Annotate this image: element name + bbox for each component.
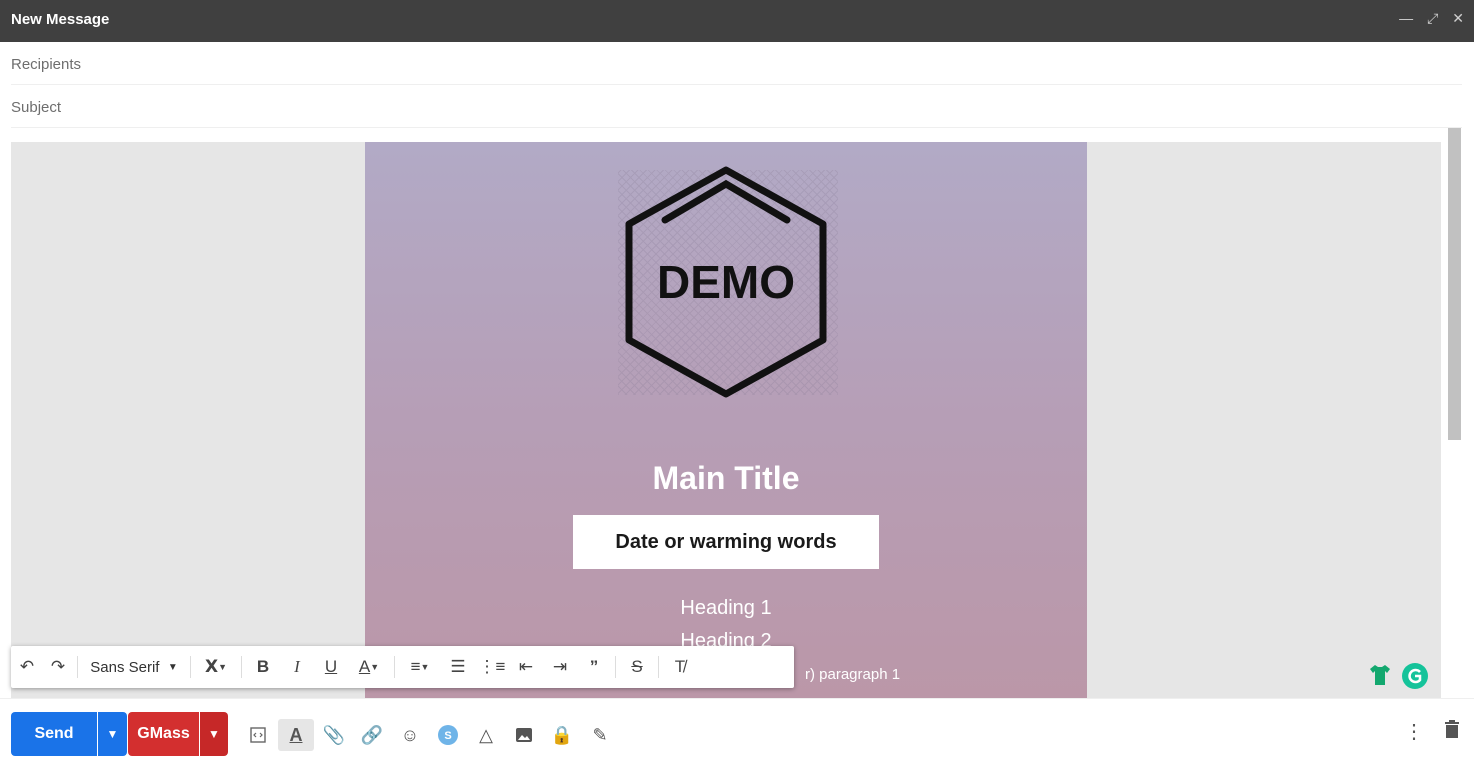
compose-actions: A 📎 🔗 ☺ S △ 🔒 ✎	[240, 719, 618, 751]
text-color-icon[interactable]: A ▼	[348, 646, 390, 688]
more-options-icon[interactable]: ⋮	[1404, 719, 1424, 744]
indent-less-icon[interactable]: ⇤	[509, 646, 543, 688]
indent-more-icon[interactable]: ⇥	[543, 646, 577, 688]
emoji-icon[interactable]: ☺	[392, 719, 428, 751]
formatting-options-icon[interactable]: A	[278, 719, 314, 751]
close-icon[interactable]: ✕	[1452, 10, 1464, 27]
formatting-toolbar: ↶ ↷ Sans Serif ▼ 𝗫 ▼ B I U A ▼ ≡ ▼ ☰ ⋮≡ ⇤ ⇥…	[11, 646, 794, 688]
strikethrough-icon[interactable]: S	[620, 646, 654, 688]
skype-icon[interactable]: S	[430, 719, 466, 751]
separator	[190, 656, 191, 678]
font-size-icon[interactable]: 𝗫 ▼	[195, 646, 237, 688]
main-title: Main Title	[652, 460, 800, 496]
chevron-down-icon: ▼	[167, 661, 178, 673]
signature-icon[interactable]: ✎	[582, 719, 618, 751]
fullscreen-icon[interactable]: ⤢	[1427, 10, 1438, 27]
heading-1: Heading 1	[680, 597, 772, 619]
bulleted-list-icon[interactable]: ⋮≡	[475, 646, 509, 688]
logo-text: DEMO	[657, 256, 795, 308]
compose-title: New Message	[11, 11, 110, 28]
demo-logo: DEMO	[625, 166, 827, 398]
html-code-icon[interactable]	[240, 719, 276, 751]
bottom-toolbar: Send ▼ GMass ▼ A 📎 🔗 ☺ S △ 🔒 ✎ ⋮	[0, 698, 1474, 757]
separator	[241, 656, 242, 678]
photo-icon[interactable]	[506, 719, 542, 751]
addon-icons	[1367, 662, 1429, 690]
send-options-icon[interactable]: ▼	[98, 712, 127, 756]
right-actions: ⋮	[1404, 719, 1460, 744]
underline-icon[interactable]: U	[314, 646, 348, 688]
quote-icon[interactable]: ”	[577, 646, 611, 688]
italic-icon[interactable]: I	[280, 646, 314, 688]
separator	[77, 656, 78, 678]
email-template: DEMO Main Title Date or warming words He…	[365, 142, 1087, 698]
separator	[394, 656, 395, 678]
scrollbar[interactable]	[1448, 128, 1461, 440]
svg-text:S: S	[444, 730, 451, 742]
align-icon[interactable]: ≡ ▼	[399, 646, 441, 688]
confidential-mode-icon[interactable]: 🔒	[544, 719, 580, 751]
gmass-button[interactable]: GMass	[128, 712, 199, 756]
remove-formatting-icon[interactable]: T̸	[663, 646, 697, 688]
window-controls: — ⤢ ✕	[1399, 10, 1464, 27]
gmass-options-icon[interactable]: ▼	[200, 712, 228, 756]
trash-icon[interactable]	[1444, 719, 1460, 744]
bold-icon[interactable]: B	[246, 646, 280, 688]
compose-body[interactable]: DEMO Main Title Date or warming words He…	[11, 142, 1441, 698]
tshirt-icon[interactable]	[1367, 662, 1393, 688]
separator	[615, 656, 616, 678]
send-button[interactable]: Send	[11, 712, 97, 756]
subject-field[interactable]: Subject	[11, 87, 1462, 128]
minimize-icon[interactable]: —	[1399, 10, 1413, 27]
attach-icon[interactable]: 📎	[316, 719, 352, 751]
font-family-select[interactable]: Sans Serif ▼	[82, 646, 186, 688]
link-icon[interactable]: 🔗	[354, 719, 390, 751]
date-box: Date or warming words	[573, 515, 879, 569]
recipients-field[interactable]: Recipients	[11, 44, 1462, 85]
undo-icon[interactable]: ↶	[11, 646, 43, 688]
paragraph-1: r) paragraph 1	[805, 666, 901, 683]
numbered-list-icon[interactable]: ☰	[441, 646, 475, 688]
compose-titlebar: New Message — ⤢ ✕	[0, 0, 1474, 42]
redo-icon[interactable]: ↷	[43, 646, 73, 688]
separator	[658, 656, 659, 678]
drive-icon[interactable]: △	[468, 719, 504, 751]
grammarly-icon[interactable]	[1401, 662, 1429, 690]
font-family-label: Sans Serif	[90, 658, 160, 676]
